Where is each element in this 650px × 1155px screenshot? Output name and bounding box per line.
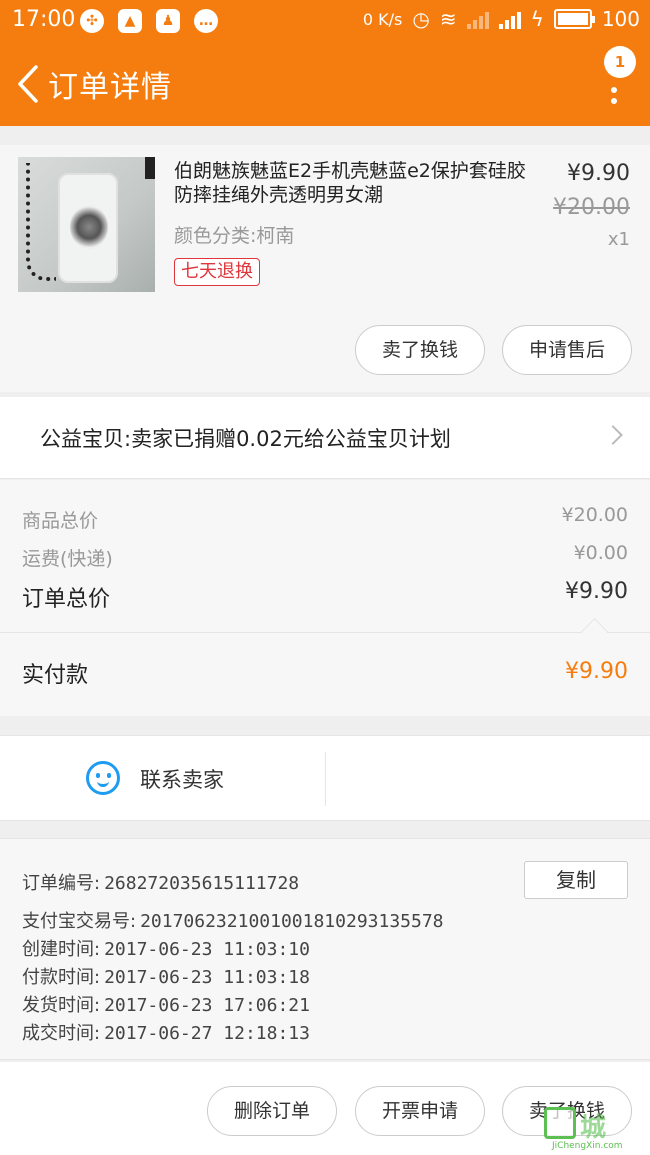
charity-text: 公益宝贝:卖家已捐赠0.02元给公益宝贝计划 (40, 427, 451, 451)
copy-button[interactable]: 复制 (524, 861, 628, 899)
system-icons: 0 K/s ◷ ≋ ϟ 100 (363, 7, 640, 31)
product-image[interactable] (18, 157, 155, 292)
product-original-price: ¥20.00 (553, 195, 630, 220)
nav-bar: 订单详情 1 (0, 42, 650, 126)
shipping-label: 运费(快递) (22, 548, 113, 570)
sell-item-button[interactable]: 卖了换钱 (355, 325, 485, 375)
watermark-text: 城 (580, 1113, 607, 1143)
chevron-right-icon (603, 425, 623, 445)
signal-icon-sim2 (498, 9, 521, 29)
more-dot-icon (611, 87, 617, 93)
wifi-icon: ≋ (439, 7, 457, 31)
invoice-request-button[interactable]: 开票申请 (355, 1086, 485, 1136)
alipay-number-label: 支付宝交易号: (22, 911, 137, 932)
paid-value: ¥9.90 (565, 659, 628, 684)
product-price: ¥9.90 (567, 161, 630, 186)
signal-icon-sim1 (466, 9, 489, 29)
order-number-row: 订单编号: 268272035615111728 (22, 869, 299, 895)
goods-total-value: ¥20.00 (561, 504, 628, 526)
product-quantity: x1 (607, 229, 630, 250)
created-time-label: 创建时间: (22, 939, 101, 960)
site-watermark: 城 JiChengXin.com (544, 1107, 644, 1151)
order-number-label: 订单编号: (22, 873, 101, 894)
shipping-value: ¥0.00 (573, 542, 628, 564)
lanyard-graphic (26, 163, 56, 281)
clock: 17:00 (12, 7, 76, 32)
notification-icons: ✣ ▲ ♟ … (80, 9, 218, 33)
shipped-time-label: 发货时间: (22, 995, 101, 1016)
order-number-value: 268272035615111728 (104, 873, 300, 894)
paid-time-label: 付款时间: (22, 967, 101, 988)
app-notification-icon: ✣ (80, 9, 104, 33)
qq-icon: ♟ (156, 9, 180, 33)
done-time-label: 成交时间: (22, 1023, 101, 1044)
product-card[interactable]: 伯朗魅族魅蓝E2手机壳魅蓝e2保护套硅胶防摔挂绳外壳透明男女潮 ¥9.90 ¥2… (0, 145, 650, 392)
price-summary: 商品总价 ¥20.00 运费(快递) ¥0.00 订单总价 ¥9.90 (0, 480, 650, 632)
divider (325, 752, 326, 806)
message-count-badge: 1 (604, 46, 636, 78)
phone-case-graphic (58, 173, 118, 283)
gallery-icon: ▲ (118, 9, 142, 33)
contact-seller-button[interactable]: 联系卖家 (0, 736, 325, 820)
paid-label: 实付款 (22, 663, 89, 688)
shipped-time-value: 2017-06-23 17:06:21 (104, 995, 310, 1016)
paid-amount-row: 实付款 ¥9.90 (0, 632, 650, 716)
goods-total-label: 商品总价 (22, 510, 99, 532)
back-arrow-icon[interactable] (14, 64, 44, 104)
status-bar: 17:00 ✣ ▲ ♟ … 0 K/s ◷ ≋ ϟ 100 (0, 0, 650, 42)
created-time-value: 2017-06-23 11:03:10 (104, 939, 310, 960)
contact-bar: 联系卖家 (0, 735, 650, 821)
paid-time-row: 付款时间: 2017-06-23 11:03:18 (22, 963, 310, 989)
alipay-number-row: 支付宝交易号: 2017062321001001810293135578 (22, 907, 444, 933)
delete-order-button[interactable]: 删除订单 (207, 1086, 337, 1136)
after-sale-button[interactable]: 申请售后 (502, 325, 632, 375)
more-dot-icon (611, 98, 617, 104)
watermark-logo-icon (544, 1107, 576, 1139)
product-title[interactable]: 伯朗魅族魅蓝E2手机壳魅蓝e2保护套硅胶防摔挂绳外壳透明男女潮 (174, 159, 534, 207)
alipay-number-value: 2017062321001001810293135578 (140, 911, 444, 932)
page-title: 订单详情 (48, 70, 172, 105)
battery-icon (553, 9, 595, 29)
product-spec: 颜色分类:柯南 (174, 225, 295, 247)
chat-smile-icon (86, 761, 120, 795)
wechat-icon: … (194, 9, 218, 33)
done-time-value: 2017-06-27 12:18:13 (104, 1023, 310, 1044)
battery-level: 100 (601, 7, 640, 31)
charity-row[interactable]: 公益宝贝:卖家已捐赠0.02元给公益宝贝计划 (0, 397, 650, 479)
done-time-row: 成交时间: 2017-06-27 12:18:13 (22, 1019, 310, 1045)
brand-tag (145, 157, 155, 179)
return-policy-badge: 七天退换 (174, 258, 260, 286)
charging-icon: ϟ (530, 7, 544, 31)
bottom-actions: 删除订单 开票申请 卖了换钱 城 JiChengXin.com (0, 1062, 650, 1155)
order-total-value: ¥9.90 (565, 579, 628, 604)
network-speed: 0 K/s (362, 9, 403, 29)
created-time-row: 创建时间: 2017-06-23 11:03:10 (22, 935, 310, 961)
watermark-url: JiChengXin.com (552, 1141, 623, 1151)
shipped-time-row: 发货时间: 2017-06-23 17:06:21 (22, 991, 310, 1017)
alarm-icon: ◷ (412, 7, 430, 31)
paid-time-value: 2017-06-23 11:03:18 (104, 967, 310, 988)
order-total-label: 订单总价 (22, 587, 111, 612)
contact-seller-label: 联系卖家 (140, 768, 224, 792)
order-info: 订单编号: 268272035615111728 复制 支付宝交易号: 201706… (0, 838, 650, 1060)
